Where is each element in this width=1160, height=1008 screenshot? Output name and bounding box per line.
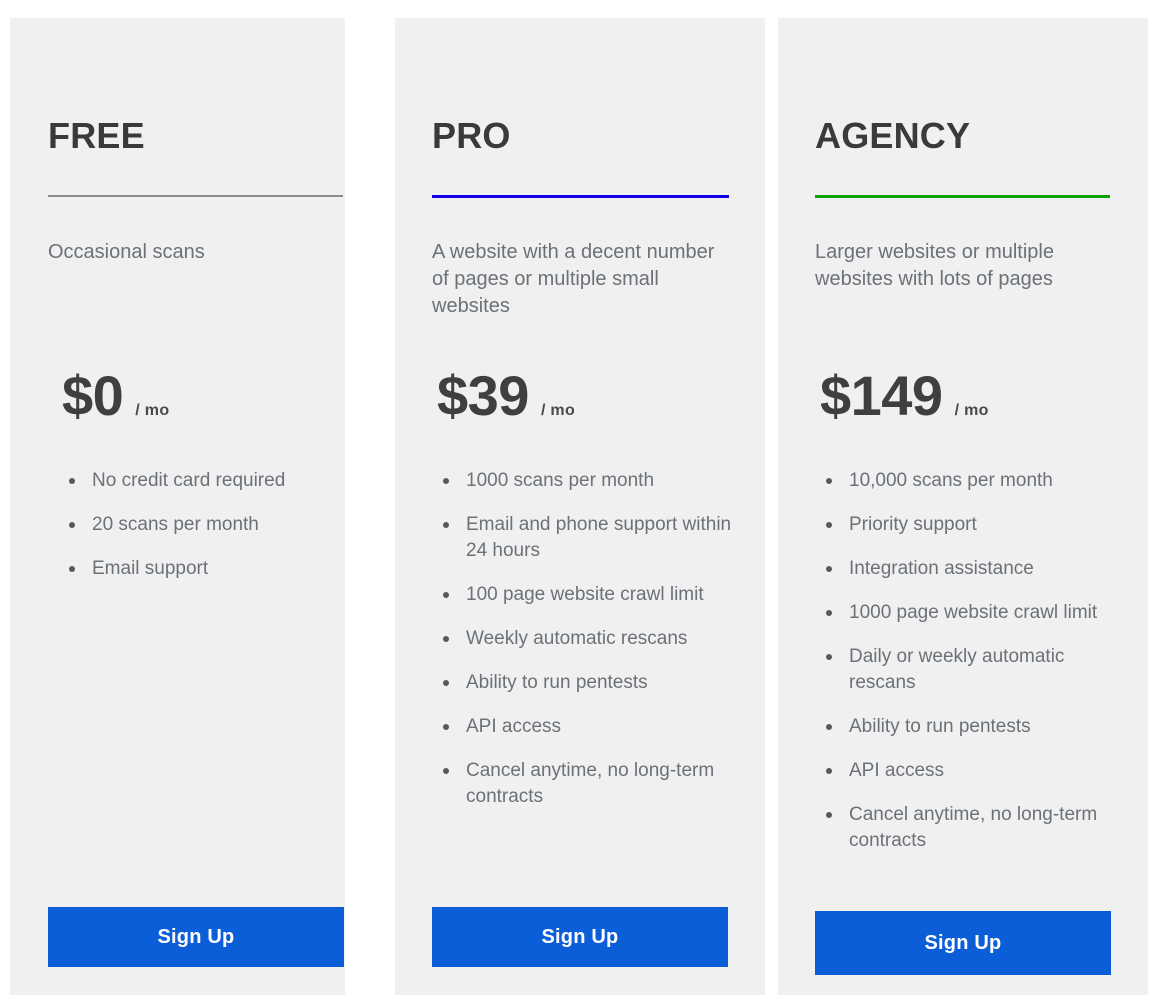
pricing-plans-grid: FREE Occasional scans $0 / mo No credit … xyxy=(0,0,1160,1008)
plan-price-period-free: / mo xyxy=(135,402,170,419)
pricing-card-agency: AGENCY Larger websites or multiple websi… xyxy=(778,18,1148,995)
pricing-card-free: FREE Occasional scans $0 / mo No credit … xyxy=(10,18,345,995)
list-item: Ability to run pentests xyxy=(439,670,739,696)
plan-feature-list-agency: 10,000 scans per month Priority support … xyxy=(822,468,1112,872)
plan-price-row-free: $0 / mo xyxy=(62,368,169,424)
plan-accent-rule-agency xyxy=(815,195,1110,198)
list-item: Email and phone support within 24 hours xyxy=(439,512,739,564)
list-item: 10,000 scans per month xyxy=(822,468,1112,494)
card-content-agency: AGENCY Larger websites or multiple websi… xyxy=(778,18,1148,995)
plan-price-agency: $149 xyxy=(820,364,943,427)
list-item: Weekly automatic rescans xyxy=(439,626,739,652)
plan-accent-rule-free xyxy=(48,195,343,197)
plan-description-free: Occasional scans xyxy=(48,241,205,263)
signup-button-agency[interactable]: Sign Up xyxy=(815,911,1111,975)
plan-feature-list-pro: 1000 scans per month Email and phone sup… xyxy=(439,468,739,828)
plan-title-pro: PRO xyxy=(432,115,511,156)
pricing-card-pro: PRO A website with a decent number of pa… xyxy=(395,18,765,995)
list-item: No credit card required xyxy=(65,468,355,494)
list-item: Ability to run pentests xyxy=(822,714,1112,740)
plan-price-row-agency: $149 / mo xyxy=(820,368,989,424)
plan-price-free: $0 xyxy=(62,364,124,427)
plan-title-agency: AGENCY xyxy=(815,115,971,156)
list-item: 100 page website crawl limit xyxy=(439,582,739,608)
list-item: API access xyxy=(822,758,1112,784)
plan-feature-list-free: No credit card required 20 scans per mon… xyxy=(65,468,355,600)
list-item: Integration assistance xyxy=(822,556,1112,582)
plan-title-free: FREE xyxy=(48,115,145,156)
list-item: 20 scans per month xyxy=(65,512,355,538)
plan-description-agency: Larger websites or multiple websites wit… xyxy=(815,241,1054,290)
plan-price-period-pro: / mo xyxy=(540,402,576,419)
list-item: Email support xyxy=(65,556,355,582)
card-content-pro: PRO A website with a decent number of pa… xyxy=(395,18,765,995)
signup-button-pro[interactable]: Sign Up xyxy=(432,907,728,967)
list-item: 1000 scans per month xyxy=(439,468,739,494)
plan-price-row-pro: $39 / mo xyxy=(437,368,575,424)
list-item: Cancel anytime, no long-term contracts xyxy=(822,802,1112,854)
plan-description-pro: A website with a decent number of pages … xyxy=(432,241,715,317)
plan-accent-rule-pro xyxy=(432,195,729,198)
list-item: Daily or weekly automatic rescans xyxy=(822,644,1112,696)
list-item: 1000 page website crawl limit xyxy=(822,600,1112,626)
list-item: API access xyxy=(439,714,739,740)
list-item: Cancel anytime, no long-term contracts xyxy=(439,758,739,810)
plan-price-pro: $39 xyxy=(437,364,529,427)
plan-price-period-agency: / mo xyxy=(954,402,989,419)
card-content-free: FREE Occasional scans $0 / mo No credit … xyxy=(10,18,345,995)
signup-button-free[interactable]: Sign Up xyxy=(48,907,344,967)
list-item: Priority support xyxy=(822,512,1112,538)
